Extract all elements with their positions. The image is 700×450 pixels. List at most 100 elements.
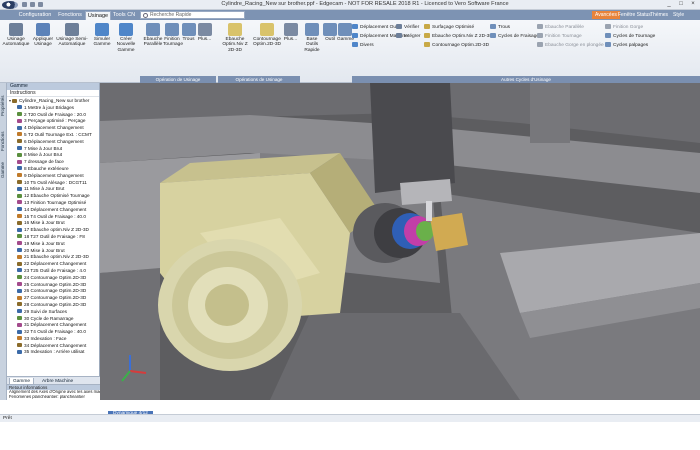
- tree-item[interactable]: 16 Mise à Jour Brut: [7, 220, 99, 227]
- tree-item[interactable]: ▾ Cylindre_Racing_New sur brother: [7, 98, 99, 105]
- tree-item[interactable]: 23 T25 Outil de Fraisage : 4.0: [7, 268, 99, 275]
- ebauche-gorge-command[interactable]: Ebauche Gorge en plongée: [537, 42, 604, 49]
- sequence-icon: [338, 23, 352, 36]
- tree-item[interactable]: 26 Contournage Optim.2D-3D: [7, 288, 99, 295]
- cycles-fraisage-command[interactable]: Cycles de Fraisage: [490, 33, 539, 40]
- tree-item[interactable]: 21 Ebauche optim.Niv Z 2D-3D: [7, 254, 99, 261]
- tree-item[interactable]: 35 Indexation : Arrière utilisat: [7, 349, 99, 356]
- tree-item[interactable]: 34 Déplacement Changement: [7, 343, 99, 350]
- tab-themes[interactable]: Thèmes: [650, 11, 668, 19]
- deplacement-outil-command[interactable]: Déplacement Outil: [352, 24, 399, 31]
- tree-item[interactable]: 29 Suivi de Surfaces: [7, 309, 99, 316]
- ebauche-parallele-command[interactable]: Ebauche Parallèle: [537, 24, 584, 31]
- tree-item[interactable]: 7 dressage de face: [7, 159, 99, 166]
- tab-avancees[interactable]: Avancées: [592, 11, 620, 19]
- tool-move-icon: [352, 24, 358, 29]
- tree-item[interactable]: 15 T4 Outil de Fraisage : 40.0: [7, 214, 99, 221]
- tree-item-label: 23 T25 Outil de Fraisage : 4.0: [24, 267, 86, 273]
- tab-tools-cn[interactable]: Tools CN: [112, 11, 136, 20]
- vtab-fonctions[interactable]: Fonctions: [0, 127, 7, 155]
- cycles-palpages-command[interactable]: Cycles palpages: [605, 42, 648, 49]
- tree-item[interactable]: 31 Déplacement Changement: [7, 322, 99, 329]
- integrer-command[interactable]: Intégrer: [396, 33, 421, 40]
- gamme-button[interactable]: Gamme: [337, 23, 354, 42]
- operation-icon: [17, 268, 22, 273]
- simuler-gamme-button[interactable]: Simuler Gamme: [92, 23, 112, 48]
- usinage-automatique-button[interactable]: Usinage Automatique: [2, 23, 30, 48]
- status-bar: Prêt: [0, 414, 700, 422]
- finition-gorge-command[interactable]: Finition Gorge: [605, 24, 643, 31]
- tree-item[interactable]: 17 Ebauche optim.Niv Z 2D-3D: [7, 227, 99, 234]
- tree-item[interactable]: 3 Perçage optimisé : Perçage: [7, 118, 99, 125]
- holes-icon: [181, 23, 196, 36]
- appliquer-usinage-button[interactable]: Appliquer Usinage: [31, 23, 55, 48]
- creer-gamme-button[interactable]: Créer Nouvelle Gamme: [112, 23, 140, 53]
- tree-item-label: 29 Suivi de Surfaces: [24, 308, 67, 314]
- tree-item[interactable]: 7 Mise à Jour Brut: [7, 146, 99, 153]
- tree-item-label: 34 Déplacement Changement: [24, 342, 87, 348]
- tree-item[interactable]: 4 Déplacement Changement: [7, 125, 99, 132]
- usinage-semi-auto-button[interactable]: Usinage Semi-Automatique: [56, 23, 88, 48]
- instruction-tree[interactable]: ▾ Cylindre_Racing_New sur brother 1 Mettre…: [7, 97, 99, 356]
- tree-item[interactable]: 25 Contournage Optim.2D-3D: [7, 282, 99, 289]
- tab-fenetre-status[interactable]: Fenêtre Status: [618, 11, 651, 19]
- tree-item[interactable]: 14 Déplacement Changement: [7, 207, 99, 214]
- ebauche-optim-command[interactable]: Ebauche Optim.Niv Z 2D-3D: [424, 33, 493, 40]
- tree-item[interactable]: 13 Finition Tournage Optimisé: [7, 200, 99, 207]
- tree-item[interactable]: 30 Cycle de Ramarrage: [7, 316, 99, 323]
- plus-milling-button[interactable]: Plus...: [283, 23, 298, 42]
- tree-item[interactable]: 20 Mise à Jour Brut: [7, 248, 99, 255]
- outil-button[interactable]: Outil: [323, 23, 337, 42]
- tree-item[interactable]: 10 T5 Outil Alésage : DCGT11: [7, 180, 99, 187]
- contournage-optim-command[interactable]: Contournage Optim.2D-3D: [424, 42, 489, 49]
- tree-item-label: Cylindre_Racing_New sur brother: [19, 98, 90, 103]
- finition-tournage-button[interactable]: Finition Tournage: [163, 23, 183, 48]
- verifier-command[interactable]: Vérifier: [396, 24, 419, 31]
- base-outils-rapide-button[interactable]: Base Outils Rapide: [301, 23, 323, 53]
- tree-item[interactable]: 19 Mise à Jour Brut: [7, 241, 99, 248]
- search-input[interactable]: Recherche Rapide: [140, 11, 245, 19]
- tree-item[interactable]: 1 Mettre à jour Bridages: [7, 105, 99, 112]
- more-icon: [197, 23, 212, 36]
- contournage-optim-button[interactable]: Contournage Optim.2D-3D: [252, 23, 282, 48]
- tab-fonctions[interactable]: Fonctions: [56, 11, 84, 20]
- divers-command[interactable]: Divers: [352, 42, 374, 49]
- tree-item[interactable]: 5 T2 Outil Tournage Ext. : CCMT: [7, 132, 99, 139]
- tree-item[interactable]: 33 Indexation : Face: [7, 336, 99, 343]
- tree-item[interactable]: 12 Ebauche Optimisé Tournage: [7, 193, 99, 200]
- tree-item[interactable]: 28 Contournage Optim.2D-3D: [7, 302, 99, 309]
- operation-icon: [17, 166, 22, 171]
- tab-usinage[interactable]: Usinage: [85, 11, 111, 20]
- tree-item[interactable]: 8 Ebauche extérieure: [7, 166, 99, 173]
- operation-icon: [17, 200, 22, 205]
- tree-item[interactable]: 6 Déplacement Changement: [7, 139, 99, 146]
- tab-style[interactable]: Style: [673, 11, 684, 19]
- trous-button[interactable]: Trous: [181, 23, 196, 42]
- milling-cycles-icon: [490, 33, 496, 38]
- cycles-tournage-command[interactable]: Cycles de Tournage: [605, 33, 655, 40]
- operation-icon: [17, 282, 22, 287]
- ebauche-optim-button[interactable]: Ebauche Optim.Niv Z 2D-3D: [220, 23, 250, 53]
- tool-library-icon: [305, 23, 319, 36]
- vtab-proprietes[interactable]: Propriétés: [0, 89, 7, 123]
- plus-turning-button[interactable]: Plus...: [196, 23, 213, 42]
- operation-icon: [17, 118, 22, 123]
- 3d-viewport[interactable]: [100, 83, 700, 400]
- ebauche-parallele-button[interactable]: Ebauche Parallèle: [143, 23, 163, 48]
- tree-item[interactable]: 2 T20 Outil de Fraisage : 20.0: [7, 112, 99, 119]
- finition-tournage-command[interactable]: Finition Tournage: [537, 33, 582, 40]
- tree-item[interactable]: 11 Mise à Jour Brut: [7, 186, 99, 193]
- tree-item-label: 7 Mise à Jour Brut: [24, 145, 63, 151]
- tree-item[interactable]: 24 Contournage Optim.2D-3D: [7, 275, 99, 282]
- vtab-gamme[interactable]: Gamme: [0, 159, 7, 181]
- tree-item[interactable]: 22 Déplacement Changement: [7, 261, 99, 268]
- tree-item-label: 4 Déplacement Changement: [24, 125, 84, 131]
- surfacage-optimise-command[interactable]: Surfaçage Optimisé: [424, 24, 474, 31]
- tree-item[interactable]: 8 Mise à Jour Brut: [7, 152, 99, 159]
- tree-item[interactable]: 18 T27 Outil de Fraisage : F8: [7, 234, 99, 241]
- tab-configuration[interactable]: Configuration: [15, 11, 55, 20]
- tree-item[interactable]: 27 Contournage Optim.2D-3D: [7, 295, 99, 302]
- tree-item[interactable]: 32 T4 Outil de Fraisage : 40.0: [7, 329, 99, 336]
- trous-command[interactable]: Trous: [490, 24, 510, 31]
- tree-item[interactable]: 9 Déplacement Changement: [7, 173, 99, 180]
